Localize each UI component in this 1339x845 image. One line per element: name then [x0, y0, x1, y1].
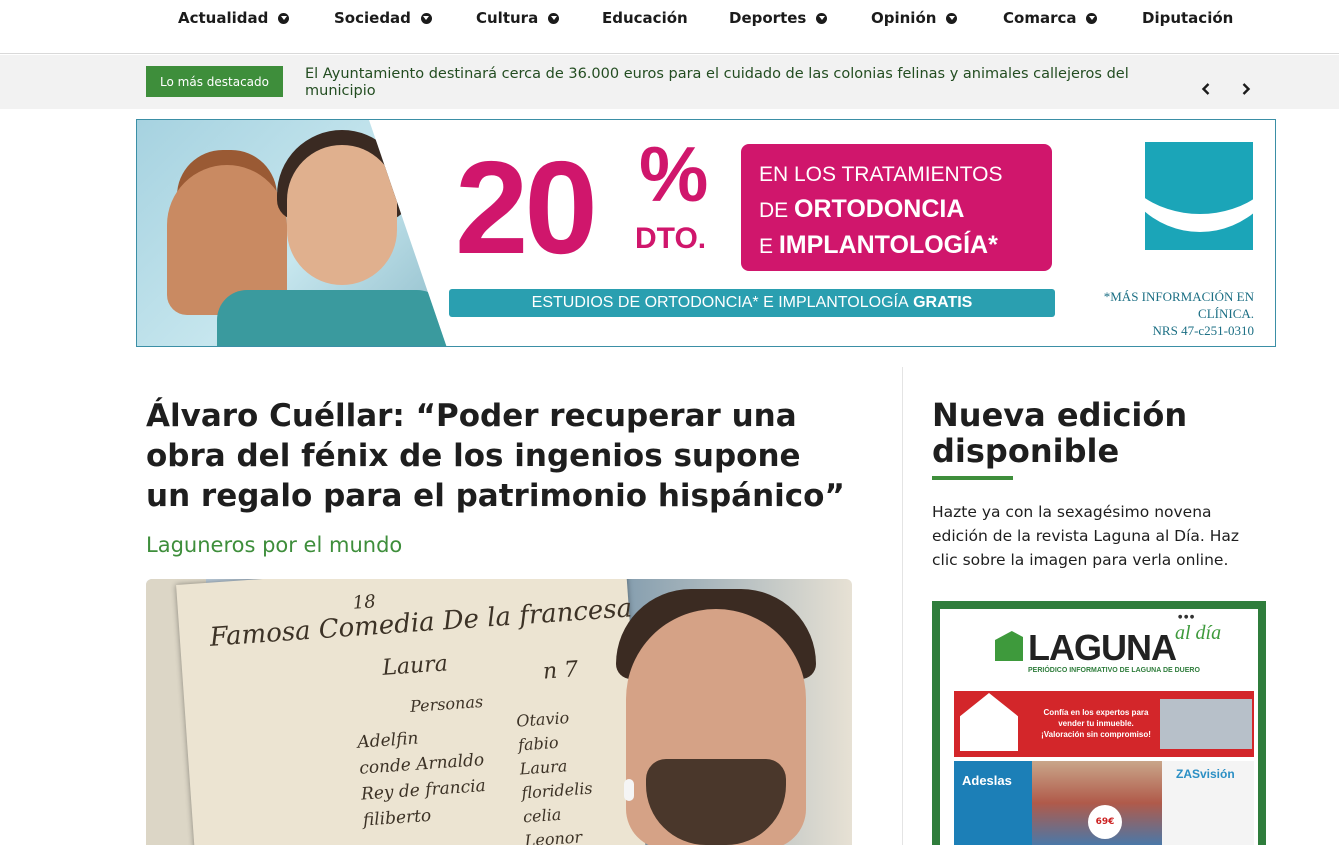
ad-discount-number: 20 [455, 134, 598, 281]
magazine-logo-suffix: al día [1175, 622, 1222, 644]
nav-item-label: Actualidad [178, 9, 269, 27]
magazine-logo: LAGUNA [1028, 627, 1177, 668]
clinic-logo [1145, 142, 1253, 250]
magazine-brand-1: Adeslas [962, 773, 1012, 788]
nav-item-label: Sociedad [334, 9, 411, 27]
news-ticker: Lo más destacado El Ayuntamiento destina… [0, 55, 1339, 109]
ms-name: Otavio [515, 707, 570, 731]
chevron-down-icon [278, 12, 290, 24]
ad-free-studies-bar: ESTUDIOS DE ORTODONCIA* E IMPLANTOLOGÍA … [449, 289, 1055, 317]
sidebar-title: Nueva edición disponible [932, 396, 1188, 470]
ad-photo [137, 120, 447, 346]
magazine-subtitle: PERIÓDICO INFORMATIVO DE LAGUNA DE DUERO [1028, 667, 1200, 674]
article-category[interactable]: Laguneros por el mundo [146, 533, 402, 557]
main-nav: Actualidad Sociedad Cultura Educación De… [0, 0, 1339, 54]
nav-item-opinion[interactable]: Opinión [871, 8, 958, 28]
ad-box-line-1: EN LOS TRATAMIENTOS [759, 163, 1003, 186]
magazine-logo-icon [995, 631, 1023, 661]
nav-item-label: Comarca [1003, 9, 1077, 27]
nav-item-diputacion[interactable]: Diputación [1142, 8, 1233, 28]
chevron-down-icon [548, 12, 560, 24]
ms-mark: n 7 [542, 657, 580, 685]
nav-item-deportes[interactable]: Deportes [729, 8, 828, 28]
magazine-brand-2: ZASvisión [1176, 767, 1235, 781]
ad-banner[interactable]: 20 % DTO. EN LOS TRATAMIENTOS DE ORTODON… [136, 119, 1276, 347]
nav-item-sociedad[interactable]: Sociedad [334, 8, 432, 28]
ad-box-line-2-prefix: DE [759, 199, 789, 222]
ticker-label: Lo más destacado [146, 66, 283, 97]
nav-item-comarca[interactable]: Comarca [1003, 8, 1098, 28]
article-title: Álvaro Cuéllar: “Poder recuperar una obr… [146, 398, 845, 514]
ms-subtitle: Laura [381, 651, 449, 681]
magazine-cover: ● ● ● LAGUNA al día PERIÓDICO INFORMATIV… [940, 609, 1258, 845]
chevron-down-icon [420, 12, 432, 24]
ad-discount-percent: % [639, 130, 709, 218]
social-icons: ● ● ● [1178, 614, 1195, 620]
manuscript-image: 18 Famosa Comedia De la francesa Laura n… [176, 579, 646, 845]
sidebar-description: Hazte ya con la sexagésimo novena edició… [932, 503, 1240, 569]
office-photo [1160, 699, 1252, 749]
ad-bar-bold: GRATIS [913, 294, 973, 311]
nav-item-label: Cultura [476, 9, 539, 27]
column-divider [902, 367, 903, 845]
ms-title: Famosa Comedia De la francesa [208, 593, 634, 653]
ad-discount-suffix: DTO. [635, 222, 707, 255]
chevron-left-icon [1201, 83, 1210, 95]
ad-box-line-3-prefix: E [759, 235, 774, 258]
ms-name: celia [522, 804, 562, 827]
ms-heading: Personas [409, 691, 484, 717]
ms-name: conde Arnaldo [358, 750, 485, 779]
chevron-down-icon [946, 12, 958, 24]
nav-item-label: Educación [602, 9, 688, 27]
nav-item-actualidad[interactable]: Actualidad [178, 8, 290, 28]
magazine-price: 69€ [1088, 805, 1122, 839]
ad-fine-print-line-2: NRS 47-c251-0310 [1152, 323, 1254, 338]
chevron-down-icon [1086, 12, 1098, 24]
ms-name: Rey de francia [360, 775, 487, 805]
nav-item-label: Deportes [729, 9, 807, 27]
ms-name: Leonor [524, 827, 583, 845]
ms-name: fabio [517, 732, 560, 755]
ticker-prev-button[interactable] [1198, 81, 1214, 97]
ms-name: floridelis [520, 778, 594, 803]
nav-item-label: Diputación [1142, 9, 1234, 27]
ms-name: filiberto [362, 805, 432, 831]
ad-bar-text: ESTUDIOS DE ORTODONCIA* E IMPLANTOLOGÍA [531, 294, 909, 311]
nav-item-label: Opinión [871, 9, 937, 27]
sidebar-title-underline [932, 476, 1013, 480]
ad-box-line-3-bold: IMPLANTOLOGÍA* [778, 231, 998, 259]
ms-name: Laura [519, 756, 568, 779]
article-featured-image: 18 Famosa Comedia De la francesa Laura n… [146, 579, 852, 845]
ad-box-line-2-bold: ORTODONCIA [794, 195, 965, 223]
ticker-headline[interactable]: El Ayuntamiento destinará cerca de 36.00… [305, 66, 1185, 100]
ad-treatment-box: EN LOS TRATAMIENTOS DE ORTODONCIA E IMPL… [741, 144, 1052, 271]
ticker-next-button[interactable] [1238, 81, 1254, 97]
chevron-right-icon [1242, 83, 1251, 95]
ms-name: Adelfin [356, 728, 420, 753]
chevron-down-icon [816, 12, 828, 24]
nav-item-educacion[interactable]: Educación [602, 8, 688, 28]
nav-item-cultura[interactable]: Cultura [476, 8, 560, 28]
ad-fine-print: *MÁS INFORMACIÓN EN CLÍNICA. NRS 47-c251… [1077, 288, 1254, 339]
magazine-cover-link[interactable]: ● ● ● LAGUNA al día PERIÓDICO INFORMATIV… [932, 601, 1266, 845]
magazine-ad-text: Confía en los expertos para vender tu in… [1041, 708, 1151, 739]
ad-fine-print-line-1: *MÁS INFORMACIÓN EN CLÍNICA. [1103, 289, 1254, 321]
